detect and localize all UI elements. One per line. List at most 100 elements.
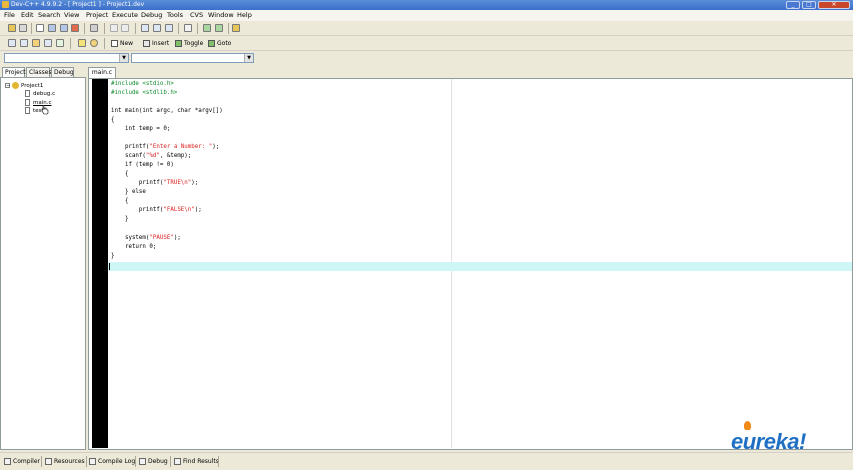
- print-icon[interactable]: [90, 24, 98, 32]
- check-icon[interactable]: [56, 39, 64, 47]
- toggle-label: Toggle: [184, 40, 204, 47]
- code-line: #include <stdio.h>: [111, 81, 174, 87]
- text-caret: [109, 263, 110, 270]
- file-icon: [25, 99, 30, 106]
- find-icon[interactable]: [141, 24, 149, 32]
- toolbar-separator: [178, 23, 179, 34]
- tab-resources[interactable]: Resources: [45, 456, 85, 467]
- tab-compile-log[interactable]: Compile Log: [89, 456, 135, 467]
- code-line: printf("FALSE\n");: [111, 207, 202, 213]
- menu-help[interactable]: Help: [237, 11, 252, 19]
- minimize-button[interactable]: _: [786, 1, 800, 9]
- menu-window[interactable]: Window: [208, 11, 234, 19]
- tree-root[interactable]: − Project1: [5, 82, 43, 89]
- compile-run-icon[interactable]: [32, 39, 40, 47]
- menu-project[interactable]: Project: [86, 11, 108, 19]
- save-all-icon[interactable]: [60, 24, 68, 32]
- tab-separator: [170, 456, 171, 467]
- resources-icon: [45, 458, 52, 465]
- chevron-down-icon[interactable]: ▼: [244, 54, 253, 62]
- compiler-icon: [4, 458, 11, 465]
- compile-icon[interactable]: [8, 39, 16, 47]
- eureka-logo: eureka!: [731, 421, 821, 454]
- compile-log-icon: [89, 458, 96, 465]
- bottom-panel-tabs: Compiler Resources Compile Log Debug Fin…: [0, 452, 853, 470]
- toolbar-separator: [104, 23, 105, 34]
- tab-compiler[interactable]: Compiler: [4, 456, 40, 467]
- code-line: }: [111, 253, 115, 259]
- goto-bookmark-icon: [208, 40, 215, 47]
- tab-debug-bottom[interactable]: Debug: [139, 456, 168, 467]
- maximize-button[interactable]: □: [802, 1, 816, 9]
- insert-label: Insert: [152, 40, 170, 47]
- tab-project[interactable]: Project: [2, 67, 26, 77]
- toolbar-separator: [135, 23, 136, 34]
- new-button[interactable]: New: [111, 39, 133, 48]
- member-combo[interactable]: ▼: [131, 53, 254, 63]
- code-line: int temp = 0;: [111, 126, 171, 132]
- bookmark-icon: [175, 40, 182, 47]
- insert-button[interactable]: Insert: [143, 39, 169, 48]
- current-line-highlight: [108, 262, 852, 271]
- tree-root-label: Project1: [21, 82, 44, 89]
- save-icon[interactable]: [48, 24, 56, 32]
- new-file-icon[interactable]: [36, 24, 44, 32]
- class-combo[interactable]: ▼: [4, 53, 129, 63]
- replace-icon[interactable]: [153, 24, 161, 32]
- tab-debug[interactable]: Debug: [51, 67, 74, 77]
- toolbar-separator: [228, 23, 229, 34]
- help-icon[interactable]: [90, 39, 98, 47]
- title-bar: Dev-C++ 4.9.9.2 - [ Project1 ] - Project…: [0, 0, 853, 10]
- close-button[interactable]: ✕: [818, 1, 850, 9]
- collapse-icon[interactable]: −: [5, 83, 10, 89]
- find-next-icon[interactable]: [165, 24, 173, 32]
- menu-tools[interactable]: Tools: [167, 11, 183, 19]
- tree-item-debug-c[interactable]: debug.c: [25, 90, 55, 97]
- undo-icon[interactable]: [110, 24, 118, 32]
- project-tree: − Project1 debug.c main.c test: [0, 77, 86, 450]
- tree-item-label: debug.c: [33, 90, 56, 97]
- close-file-icon[interactable]: [71, 24, 79, 32]
- project-icon[interactable]: [8, 24, 16, 32]
- run-icon[interactable]: [20, 39, 28, 47]
- app-icon: [2, 1, 9, 8]
- toggle-button[interactable]: Toggle: [175, 39, 203, 48]
- file-icon: [25, 107, 30, 114]
- tab-classes[interactable]: Classes: [26, 67, 52, 77]
- goto-button[interactable]: Goto: [208, 39, 231, 48]
- project-options-icon[interactable]: [232, 24, 240, 32]
- add-to-project-icon[interactable]: [203, 24, 211, 32]
- code-line: printf("TRUE\n");: [111, 180, 199, 186]
- hand-cursor-icon: [41, 105, 49, 115]
- secondary-toolbar: New Insert Toggle Goto: [0, 36, 853, 51]
- check-icon: [139, 458, 146, 465]
- tab-main-c[interactable]: main.c: [88, 67, 116, 78]
- redo-icon[interactable]: [121, 24, 129, 32]
- remove-from-project-icon[interactable]: [215, 24, 223, 32]
- code-line: } else: [111, 189, 146, 195]
- code-line: }: [111, 216, 129, 222]
- menu-debug[interactable]: Debug: [141, 11, 162, 19]
- toolbar-separator: [197, 23, 198, 34]
- menu-search[interactable]: Search: [38, 11, 60, 19]
- menu-view[interactable]: View: [64, 11, 79, 19]
- new-icon: [111, 40, 118, 47]
- project-icon: [12, 82, 19, 89]
- code-line: {: [111, 198, 129, 204]
- tab-find-results[interactable]: Find Results: [174, 456, 219, 467]
- window-title: Dev-C++ 4.9.9.2 - [ Project1 ] - Project…: [11, 1, 145, 8]
- toolbar-separator: [84, 23, 85, 34]
- editor-gutter: [92, 79, 108, 448]
- code-line: system("PAUSE");: [111, 235, 181, 241]
- tab-label: Compiler: [13, 458, 41, 465]
- chevron-down-icon[interactable]: ▼: [119, 54, 128, 62]
- open-icon[interactable]: [19, 24, 27, 32]
- menu-cvs[interactable]: CVS: [190, 11, 203, 19]
- menu-edit[interactable]: Edit: [21, 11, 34, 19]
- menu-file[interactable]: File: [4, 11, 15, 19]
- debug-icon[interactable]: [78, 39, 86, 47]
- code-line: {: [111, 117, 115, 123]
- rebuild-icon[interactable]: [44, 39, 52, 47]
- menu-execute[interactable]: Execute: [112, 11, 138, 19]
- goto-line-icon[interactable]: [184, 24, 192, 32]
